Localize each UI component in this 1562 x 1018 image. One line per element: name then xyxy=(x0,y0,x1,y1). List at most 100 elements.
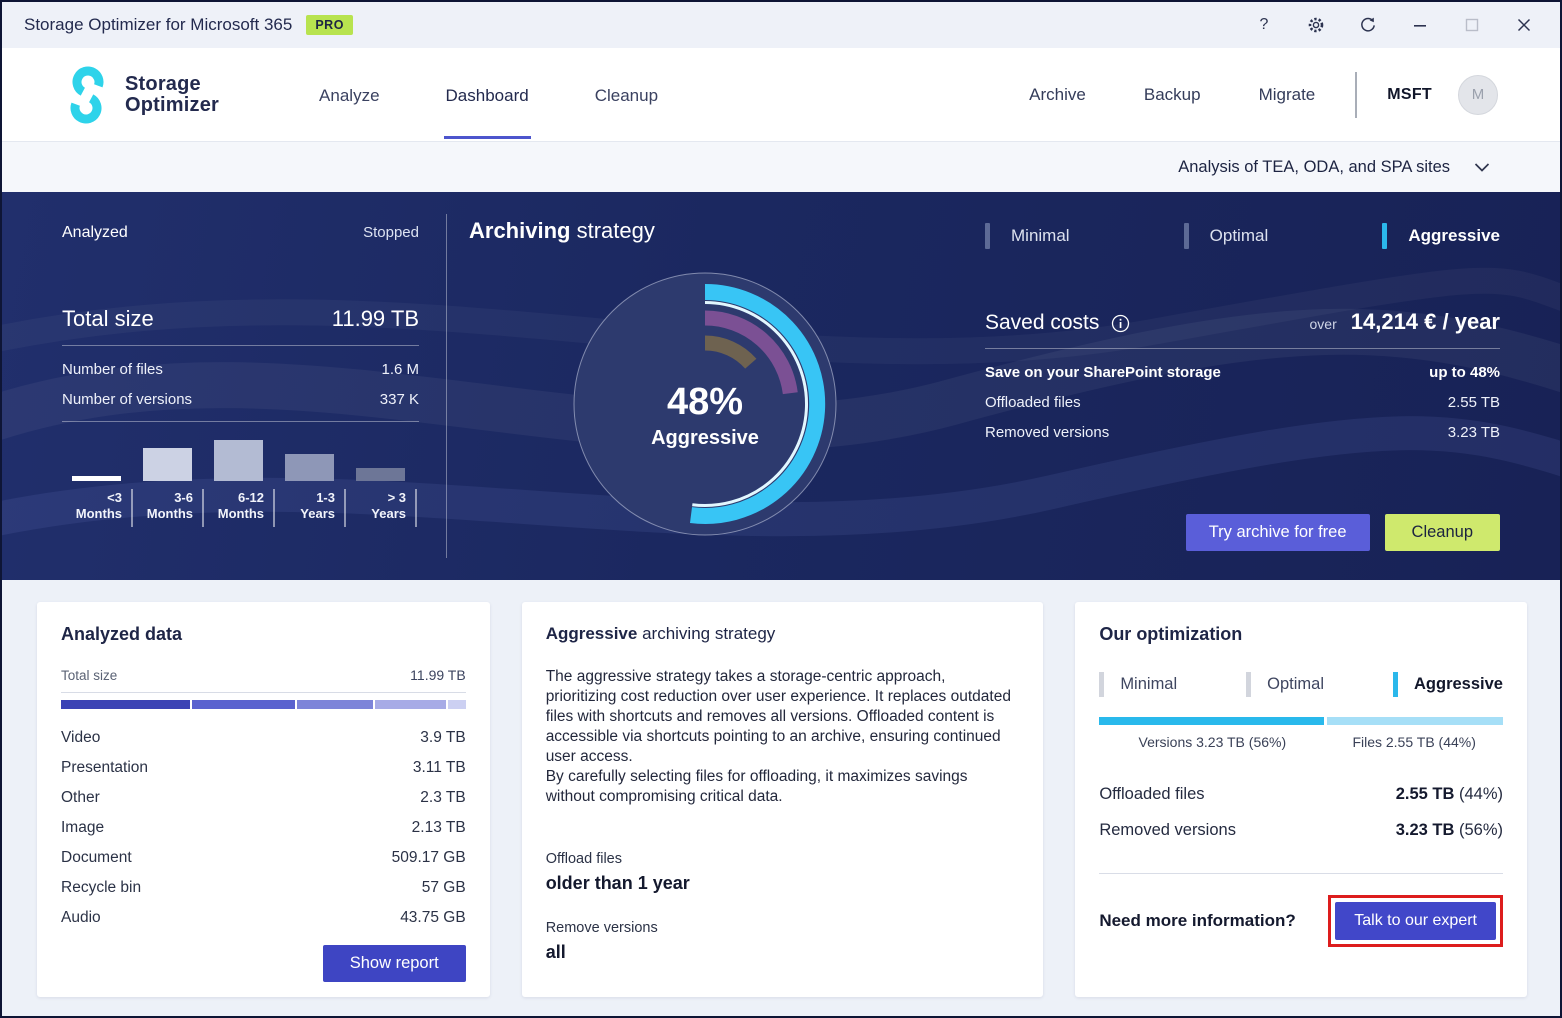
archiving-strategy-title: Archiving strategy xyxy=(469,218,655,243)
strategy-tab-optimal[interactable]: Optimal xyxy=(1183,223,1268,249)
dashboard-cards: Analyzed data Total size 11.99 TB Video 3… xyxy=(2,580,1560,1016)
age-histogram-bar xyxy=(285,454,334,481)
nav-archive[interactable]: Archive xyxy=(1029,85,1086,105)
chevron-down-icon[interactable] xyxy=(1474,162,1490,172)
versions-share-label: Versions 3.23 TB (56%) xyxy=(1138,734,1287,750)
age-histogram-bar xyxy=(143,448,192,481)
need-more-info-label: Need more information? xyxy=(1099,911,1296,930)
show-report-button[interactable]: Show report xyxy=(322,945,466,982)
header: Storage Optimizer Analyze Dashboard Clea… xyxy=(2,48,1560,142)
file-type-row: Recycle bin 57 GB xyxy=(61,879,466,896)
divider xyxy=(1099,873,1503,874)
offload-files-setting: Offload files older than 1 year xyxy=(545,851,690,893)
settings-gear-icon[interactable] xyxy=(1290,5,1342,45)
bar-segment-rest xyxy=(447,700,466,709)
maximize-icon[interactable] xyxy=(1446,5,1498,45)
nav-migrate[interactable]: Migrate xyxy=(1259,85,1316,105)
tab-dashboard[interactable]: Dashboard xyxy=(443,50,531,139)
help-icon[interactable]: ? xyxy=(1238,5,1290,45)
strategy-gauge: 48% Aggressive xyxy=(573,272,837,536)
card-title: Aggressive archiving strategy xyxy=(545,624,776,643)
our-optimization-card: Our optimization Minimal Optimal Aggress… xyxy=(1075,602,1527,997)
app-logo: Storage Optimizer xyxy=(62,66,219,124)
try-archive-button[interactable]: Try archive for free xyxy=(1185,514,1370,551)
highlight-annotation: Talk to our expert xyxy=(1328,895,1503,947)
analyzed-panel: Analyzed Stopped Total size 11.99 TB Num… xyxy=(62,192,419,527)
info-icon[interactable] xyxy=(1111,314,1130,333)
bar-segment-video xyxy=(61,700,190,709)
split-left xyxy=(1099,717,1324,725)
files-count-row: Number of files 1.6 M xyxy=(62,360,419,378)
versions-count-row: Number of versions 337 K xyxy=(62,390,419,408)
card-title: Our optimization xyxy=(1099,624,1243,644)
avatar[interactable]: M xyxy=(1458,74,1498,115)
file-type-row: Video 3.9 TB xyxy=(61,729,466,746)
file-type-row: Other 2.3 TB xyxy=(61,789,466,806)
account-area: MSFT M xyxy=(1355,71,1498,118)
total-size-label: Total size xyxy=(61,668,118,683)
histogram-column: 3-6 Months xyxy=(133,439,204,527)
secondary-nav: Archive Backup Migrate MSFT M xyxy=(1029,71,1498,118)
divider xyxy=(446,214,447,558)
sharepoint-savings-row: Save on your SharePoint storage up to 48% xyxy=(985,363,1500,381)
minimize-icon[interactable] xyxy=(1394,5,1446,45)
window-title: Storage Optimizer for Microsoft 365 xyxy=(24,15,293,34)
gauge-strategy-label: Aggressive xyxy=(651,427,759,449)
file-type-row: Audio 43.75 GB xyxy=(61,909,466,926)
file-type-list: Video 3.9 TB Presentation 3.11 TB Other 2.3… xyxy=(61,723,466,933)
scope-bar: Analysis of TEA, ODA, and SPA sites xyxy=(2,142,1560,192)
offloaded-files-row: Offloaded files 2.55 TB (44%) xyxy=(1099,784,1503,803)
saved-costs-value: over 14,214 € / year xyxy=(1309,309,1500,334)
strategy-description-card: Aggressive archiving strategy The aggres… xyxy=(521,602,1044,997)
strategy-tab-minimal[interactable]: Minimal xyxy=(985,223,1070,249)
saved-costs-title: Saved costs xyxy=(985,311,1130,335)
age-histogram-bar xyxy=(214,440,263,481)
site-selection-label[interactable]: Analysis of TEA, ODA, and SPA sites xyxy=(1178,158,1450,177)
storage-optimizer-logo-icon xyxy=(70,66,104,123)
dashboard-hero: Analyzed Stopped Total size 11.99 TB Num… xyxy=(2,192,1560,580)
tab-cleanup[interactable]: Cleanup xyxy=(593,50,660,139)
age-histogram-bar xyxy=(72,476,121,481)
tab-analyze[interactable]: Analyze xyxy=(317,50,381,139)
bar-segment-image xyxy=(375,700,446,709)
strategy-description: The aggressive strategy takes a storage-… xyxy=(545,668,1011,805)
removed-versions-row: Removed versions 3.23 TB (56%) xyxy=(1099,820,1503,839)
total-size-value: 11.99 TB xyxy=(410,667,466,683)
versions-files-split-bar xyxy=(1099,717,1503,725)
saved-costs-panel: Minimal Optimal Aggressive Saved costs o… xyxy=(985,192,1500,580)
nav-backup[interactable]: Backup xyxy=(1144,85,1201,105)
pro-badge: PRO xyxy=(306,15,353,35)
optimization-tab-aggressive[interactable]: Aggressive xyxy=(1393,672,1503,697)
split-right xyxy=(1326,717,1503,725)
cleanup-button[interactable]: Cleanup xyxy=(1384,514,1500,551)
analysis-status: Stopped xyxy=(363,224,419,241)
analyzed-title: Analyzed xyxy=(62,224,128,241)
divider xyxy=(1355,71,1358,118)
titlebar: Storage Optimizer for Microsoft 365 PRO … xyxy=(2,2,1560,48)
analyzed-data-card: Analyzed data Total size 11.99 TB Video 3… xyxy=(37,602,490,997)
total-size-bar xyxy=(61,700,466,709)
file-age-histogram: <3 Months 3-6 Months 6-12 Months 1-3 Years >… xyxy=(62,439,419,527)
optimization-tab-minimal[interactable]: Minimal xyxy=(1099,672,1177,697)
card-title: Analyzed data xyxy=(61,624,183,644)
gauge-percent: 48% xyxy=(667,381,743,423)
histogram-column: > 3 Years xyxy=(346,439,417,527)
total-size-row: Total size 11.99 TB xyxy=(62,306,419,331)
brand-name: Storage Optimizer xyxy=(125,72,220,116)
close-icon[interactable] xyxy=(1498,5,1550,45)
histogram-column: 1-3 Years xyxy=(275,439,346,527)
remove-versions-setting: Remove versions all xyxy=(545,920,658,962)
histogram-column: <3 Months xyxy=(62,439,133,527)
file-type-row: Document 509.17 GB xyxy=(61,849,466,866)
strategy-tab-aggressive[interactable]: Aggressive xyxy=(1382,223,1500,249)
offloaded-files-row: Offloaded files 2.55 TB xyxy=(985,393,1500,411)
talk-to-expert-button[interactable]: Talk to our expert xyxy=(1335,902,1496,940)
optimization-tabs: Minimal Optimal Aggressive xyxy=(1099,672,1503,697)
refresh-icon[interactable] xyxy=(1342,5,1394,45)
strategy-tabs: Minimal Optimal Aggressive xyxy=(985,223,1500,249)
bar-segment-presentation xyxy=(191,700,296,709)
histogram-column: 6-12 Months xyxy=(204,439,275,527)
removed-versions-row: Removed versions 3.23 TB xyxy=(985,423,1500,441)
optimization-tab-optimal[interactable]: Optimal xyxy=(1246,672,1324,697)
app-window: Storage Optimizer for Microsoft 365 PRO … xyxy=(0,0,1562,1018)
